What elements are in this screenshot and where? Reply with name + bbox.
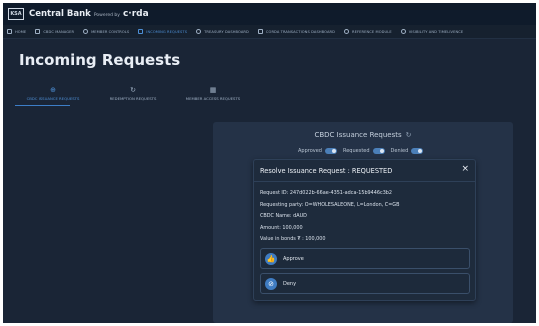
eye-icon	[400, 29, 406, 34]
vendor-logo: c·rda	[122, 9, 149, 19]
network-icon	[344, 29, 350, 34]
bank-logo: KSA	[8, 8, 24, 20]
nav-item-label: REFERENCE MODULE	[352, 29, 392, 34]
modal-header: Resolve Issuance Request : REQUESTED ×	[254, 160, 475, 182]
filter-label: Requested	[342, 148, 370, 154]
wallet-icon	[35, 29, 41, 34]
tab-cbdc-issuance-requests[interactable]: ⊕ CBDC ISSUANCE REQUESTS	[13, 86, 93, 101]
filter-requested: Requested	[343, 148, 385, 154]
active-tab-indicator	[15, 105, 70, 106]
nav-item-label: INCOMING REQUESTS	[146, 29, 188, 34]
powered-by-label: Powered by	[93, 12, 120, 18]
refresh-icon[interactable]: ↻	[406, 131, 412, 139]
app-name: Central Bank	[29, 9, 91, 19]
request-tabs: ⊕ CBDC ISSUANCE REQUESTS ↻ REDEMPTION RE…	[13, 86, 253, 101]
close-icon[interactable]: ×	[461, 164, 469, 174]
modal-title: Resolve Issuance Request : REQUESTED	[260, 167, 393, 175]
denied-toggle[interactable]	[411, 148, 424, 154]
app-header: KSA Central Bank Powered by c·rda	[3, 3, 536, 25]
issuance-icon: ⊕	[50, 86, 56, 94]
tab-label: CBDC ISSUANCE REQUESTS	[26, 96, 80, 101]
nav-item-treasury-dashboard[interactable]: TREASURY DASHBOARD	[196, 29, 249, 34]
request-id: Request ID: 247d022b-66ae-4351-adca-15b9…	[260, 190, 393, 196]
nav-item-corda-transactions[interactable]: CORDA TRANSACTIONS DASHBOARD	[257, 29, 336, 34]
tab-label: REDEMPTION REQUESTS	[109, 96, 157, 101]
cycle-icon	[196, 29, 202, 34]
nav-item-label: CBDC MANAGER	[43, 29, 75, 34]
filter-approved: Approved	[298, 148, 337, 154]
deny-button[interactable]: ⊘ Deny	[260, 273, 470, 294]
amount: Amount: 100,000	[260, 224, 303, 231]
cbdc-name: CBDC Name: dAUD	[260, 213, 307, 219]
approved-toggle[interactable]	[324, 148, 337, 154]
request-details: Request ID: 247d022b-66ae-4351-adca-15b9…	[260, 188, 399, 246]
nav-item-label: VISIBILITY AND TIMELIVENCE	[408, 29, 464, 34]
nav-item-label: MEMBER CONTROLS	[91, 29, 130, 34]
nav-item-reference-module[interactable]: REFERENCE MODULE	[344, 29, 392, 34]
approve-button[interactable]: 👍 Approve	[260, 248, 470, 269]
member-icon: ▦	[209, 86, 217, 94]
nav-item-member-controls[interactable]: MEMBER CONTROLS	[83, 29, 129, 34]
requesting-party: Requesting party: O=WHOLESALEONE, L=Lond…	[260, 201, 400, 208]
resolve-request-modal: Resolve Issuance Request : REQUESTED × R…	[253, 159, 476, 301]
filter-denied: Denied	[391, 148, 424, 154]
panel-title: CBDC Issuance Requests ↻	[213, 131, 513, 139]
status-filters: Approved Requested Denied	[298, 148, 429, 154]
approve-label: Approve	[283, 255, 304, 262]
filter-label: Approved	[298, 148, 322, 154]
block-icon: ⊘	[265, 277, 277, 290]
thumbs-up-icon: 👍	[265, 252, 277, 265]
nav-item-cbdc-manager[interactable]: CBDC MANAGER	[35, 29, 74, 34]
tab-redemption-requests[interactable]: ↻ REDEMPTION REQUESTS	[93, 86, 173, 101]
nav-item-incoming-requests[interactable]: INCOMING REQUESTS	[138, 29, 187, 34]
filter-label: Denied	[390, 148, 409, 154]
nav-item-label: CORDA TRANSACTIONS DASHBOARD	[265, 29, 336, 34]
nav-item-visibility[interactable]: VISIBILITY AND TIMELIVENCE	[400, 29, 464, 34]
inbox-icon	[138, 29, 144, 34]
requested-toggle[interactable]	[372, 148, 385, 154]
table-icon	[257, 29, 263, 34]
tab-label: MEMBER ACCESS REQUESTS	[185, 96, 241, 101]
page-title: Incoming Requests	[19, 51, 181, 69]
deny-label: Deny	[283, 280, 297, 287]
nav-item-home[interactable]: HOME	[7, 29, 26, 34]
value-in-bonds: Value in bonds ₮ : 100,000	[260, 236, 326, 242]
nav-item-label: HOME	[15, 29, 27, 34]
gear-icon	[83, 29, 89, 34]
redemption-icon: ↻	[130, 86, 136, 94]
home-icon	[7, 29, 12, 34]
tab-member-access-requests[interactable]: ▦ MEMBER ACCESS REQUESTS	[173, 86, 253, 101]
panel-title-text: CBDC Issuance Requests	[314, 131, 402, 139]
main-nav: HOME CBDC MANAGER MEMBER CONTROLS INCOMI…	[3, 25, 536, 39]
nav-item-label: TREASURY DASHBOARD	[204, 29, 249, 34]
